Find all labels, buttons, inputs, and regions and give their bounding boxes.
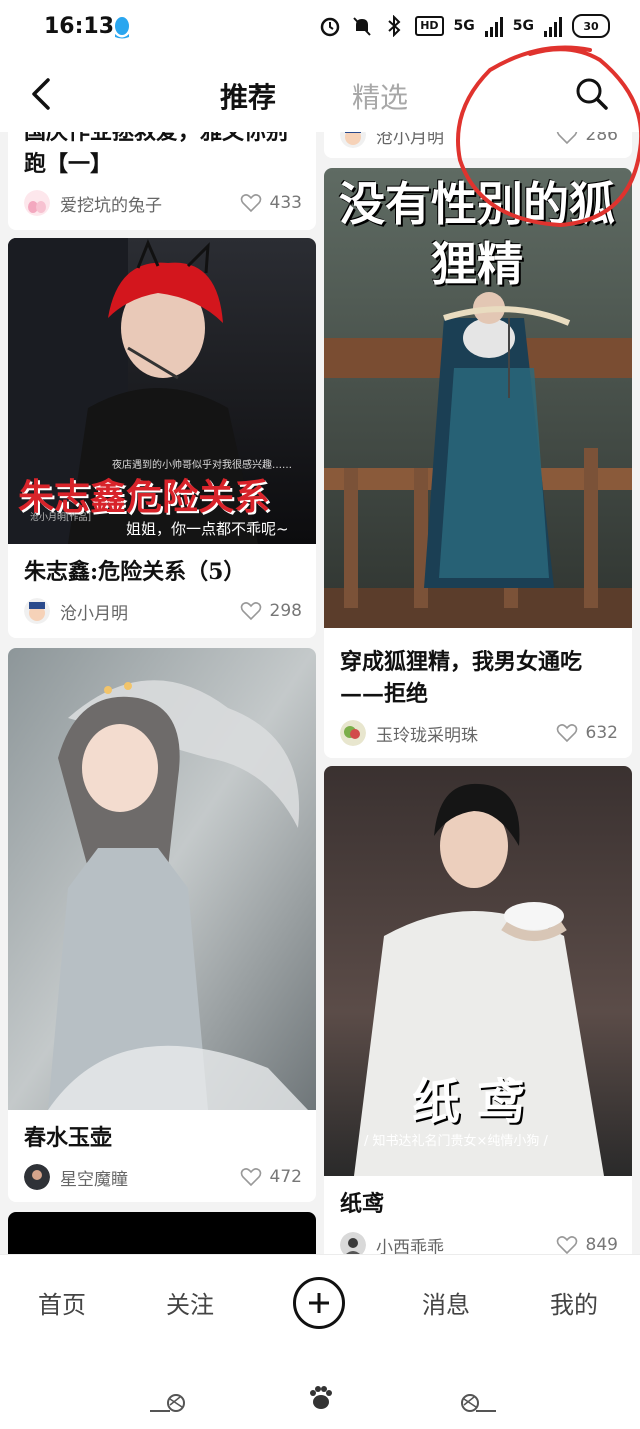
bluetooth-icon <box>388 15 401 37</box>
yarn-ball-icon[interactable] <box>150 1393 190 1413</box>
yarn-ball-icon[interactable] <box>456 1393 496 1413</box>
like-count: 298 <box>269 601 302 621</box>
story-card[interactable]: 春水玉壶 星空魔瞳 472 <box>8 648 316 1202</box>
card-meta: 玉玲珑采明珠 632 <box>340 718 618 748</box>
like-count: 632 <box>585 723 618 743</box>
nav-home[interactable]: 首页 <box>38 1285 86 1320</box>
card-meta: 爱挖坑的兔子 433 <box>24 188 302 218</box>
story-card[interactable]: 沧小月明 286 <box>324 132 632 158</box>
tab-recommended[interactable]: 推荐 <box>220 76 276 116</box>
search-icon[interactable] <box>574 76 610 112</box>
cover-credit: 沧小月明[作品] <box>30 513 92 523</box>
story-card[interactable]: 没有性别的狐狸精 穿成狐狸精，我男女通吃——拒绝 玉玲珑采明珠 632 <box>324 168 632 758</box>
card-title: 纸鸢 <box>340 1191 385 1217</box>
cover-image <box>8 648 316 1110</box>
nav-follow[interactable]: 关注 <box>166 1285 214 1320</box>
card-title: 穿成狐狸精，我男女通吃——拒绝 <box>340 649 583 707</box>
card-meta: 小西乖乖 849 <box>340 1230 618 1254</box>
battery-icon: 30 <box>572 14 610 38</box>
heart-icon[interactable] <box>240 1167 262 1187</box>
cover-subtitle: 姐姐，你一点都不乖呢~ <box>126 520 289 538</box>
status-time: 16:13 <box>44 14 115 39</box>
hd-badge: HD <box>415 16 444 36</box>
network-b-label: 5G <box>512 18 534 34</box>
battery-level: 30 <box>583 19 599 33</box>
avatar <box>24 190 50 216</box>
story-card[interactable]: 夜店遇到的小帅哥似乎对我很感兴趣…… 朱志鑫危险关系 沧小月明[作品] 姐姐，你… <box>8 238 316 638</box>
like-count: 286 <box>585 132 618 145</box>
card-meta: 星空魔瞳 472 <box>24 1162 302 1192</box>
status-bar: 16:13 HD 5G 5G 30 <box>0 0 640 58</box>
bottom-nav: 首页 关注 消息 我的 <box>0 1254 640 1429</box>
card-meta: 沧小月明 286 <box>340 132 618 150</box>
card-title: 国庆作业拯救爱，雅文你别跑【一】 <box>24 132 289 177</box>
like-count: 849 <box>585 1235 618 1254</box>
nav-messages[interactable]: 消息 <box>422 1285 470 1320</box>
card-author[interactable]: 沧小月明 <box>60 599 240 624</box>
story-card[interactable] <box>8 1212 316 1254</box>
qq-icon <box>115 17 129 39</box>
paw-icon[interactable] <box>306 1383 336 1413</box>
heart-icon[interactable] <box>556 132 578 145</box>
avatar <box>340 720 366 746</box>
card-title: 春水玉壶 <box>24 1125 113 1151</box>
top-nav: 推荐 精选 <box>0 58 640 132</box>
card-author[interactable]: 玉玲珑采明珠 <box>376 721 556 746</box>
like-count: 472 <box>269 1167 302 1187</box>
story-card[interactable]: 国庆作业拯救爱，雅文你别跑【一】 爱挖坑的兔子 433 <box>8 132 316 230</box>
heart-icon[interactable] <box>556 1235 578 1254</box>
avatar <box>24 1164 50 1190</box>
cover-tagline: / 知书达礼名门贵女×纯情小狗 / <box>364 1134 548 1149</box>
tab-featured[interactable]: 精选 <box>352 76 408 116</box>
card-meta: 沧小月明 298 <box>24 596 302 626</box>
status-icons: HD 5G 5G 30 <box>319 14 610 38</box>
network-a-label: 5G <box>453 18 475 34</box>
create-button[interactable] <box>293 1277 345 1329</box>
signal-a-icon <box>484 15 503 37</box>
avatar <box>340 132 366 148</box>
story-card[interactable]: 纸 鸢 / 知书达礼名门贵女×纯情小狗 / 纸鸢 小西乖乖 849 <box>324 766 632 1254</box>
card-title: 朱志鑫:危险关系（5） <box>24 559 246 585</box>
signal-b-icon <box>544 15 562 37</box>
card-author[interactable]: 爱挖坑的兔子 <box>60 191 240 216</box>
avatar <box>24 598 50 624</box>
cover-headline: 没有性别的狐狸精 <box>339 177 615 291</box>
nav-mine[interactable]: 我的 <box>550 1285 598 1320</box>
heart-icon[interactable] <box>240 601 262 621</box>
like-count: 433 <box>269 193 302 213</box>
cover-headline: 纸 鸢 <box>412 1074 525 1130</box>
card-author[interactable]: 星空魔瞳 <box>60 1165 240 1190</box>
mute-bell-icon <box>353 17 371 36</box>
avatar <box>340 1232 366 1254</box>
plus-icon <box>309 1293 329 1313</box>
heart-icon[interactable] <box>556 723 578 743</box>
card-author[interactable]: 小西乖乖 <box>376 1233 556 1255</box>
heart-icon[interactable] <box>240 193 262 213</box>
content-feed[interactable]: 国庆作业拯救爱，雅文你别跑【一】 爱挖坑的兔子 433 夜店遇到的小帅哥似乎对我… <box>0 132 640 1254</box>
card-author[interactable]: 沧小月明 <box>376 132 556 148</box>
back-icon[interactable] <box>28 76 56 112</box>
alarm-icon <box>320 17 340 37</box>
